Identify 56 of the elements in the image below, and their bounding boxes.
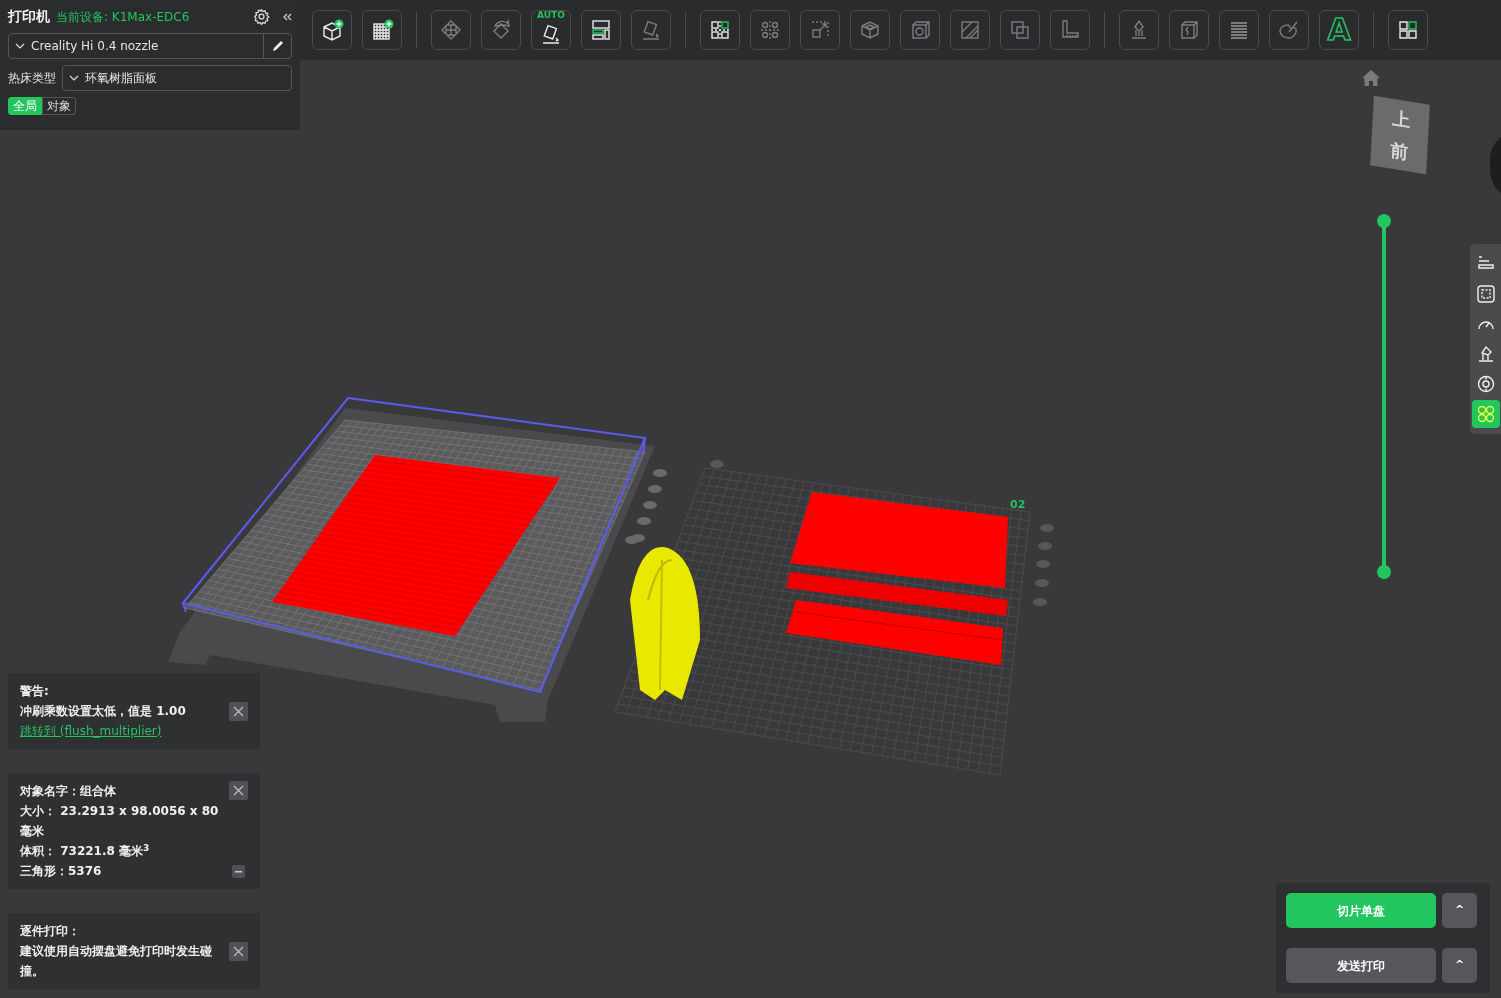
close-button[interactable] bbox=[229, 701, 248, 721]
close-icon bbox=[233, 705, 244, 717]
toolbar-button[interactable] bbox=[700, 10, 740, 50]
notification-text: 建议使用自动摆盘避免打印时发生碰撞。 bbox=[20, 943, 213, 980]
panel-title: 打印机 bbox=[8, 7, 50, 26]
cube-face-label: 上 bbox=[1391, 105, 1411, 133]
close-icon bbox=[233, 945, 244, 957]
notification-title: 警告: bbox=[20, 683, 50, 700]
plate-label: 02 bbox=[1010, 498, 1026, 511]
settings-icon[interactable] bbox=[253, 8, 270, 25]
add-cube-icon bbox=[320, 18, 344, 42]
scope-tab[interactable]: 对象 bbox=[42, 97, 76, 115]
bed-type-value: 环氧树脂面板 bbox=[85, 70, 157, 87]
hatched-square-icon bbox=[958, 18, 982, 42]
slider-thumb[interactable] bbox=[1377, 565, 1391, 579]
slider-thumb[interactable] bbox=[1377, 214, 1391, 228]
close-button[interactable] bbox=[229, 781, 248, 800]
dropdown-button[interactable]: ^ bbox=[1442, 893, 1477, 928]
cube-face-label: 前 bbox=[1389, 138, 1409, 166]
support-icon bbox=[1476, 344, 1496, 364]
collapse-icon[interactable] bbox=[282, 11, 292, 22]
slice-action-button[interactable]: 发送打印 bbox=[1286, 948, 1436, 983]
dropdown-button[interactable]: ^ bbox=[1442, 948, 1477, 983]
device-name: 当前设备: K1Max-EDC6 bbox=[56, 8, 190, 26]
bed-type-label: 热床类型 bbox=[8, 70, 56, 87]
toolbar-button[interactable] bbox=[581, 10, 621, 50]
clover-icon bbox=[1476, 404, 1496, 424]
close-button[interactable] bbox=[229, 941, 248, 961]
toolbar-button[interactable] bbox=[1388, 10, 1428, 50]
toolbar-button[interactable] bbox=[312, 10, 352, 50]
target-icon bbox=[1476, 374, 1496, 394]
notification-text: 三角形：5376 bbox=[20, 863, 103, 880]
minus-icon bbox=[235, 870, 242, 873]
notification-text: 大小： 23.2913 x 98.0056 x 80 毫米 bbox=[20, 803, 220, 840]
auto-label: AUTO bbox=[537, 10, 565, 20]
box-icon bbox=[858, 18, 882, 42]
minimize-button[interactable] bbox=[232, 865, 245, 878]
notification-text: 冲刷乘数设置太低，值是 1.00 bbox=[20, 703, 187, 720]
bed-type-select[interactable]: 环氧树脂面板 bbox=[62, 65, 292, 91]
chevron-icon bbox=[69, 75, 79, 81]
overlap-squares-icon bbox=[1008, 18, 1032, 42]
view-cube[interactable]: 上 前 bbox=[1370, 95, 1430, 175]
toolbar-button[interactable] bbox=[362, 10, 402, 50]
notification-text: 体积： 73221.8 毫米$^{3}$ bbox=[20, 841, 151, 860]
jump-link[interactable]: 跳转到 (flush_multiplier) bbox=[20, 724, 162, 738]
close-icon bbox=[233, 785, 244, 796]
dotted-square-icon bbox=[1476, 284, 1496, 304]
home-icon[interactable] bbox=[1362, 70, 1380, 86]
grid-squares-icon bbox=[708, 18, 732, 42]
layout-panels-icon bbox=[589, 18, 613, 42]
toolbar-button[interactable]: A bbox=[1319, 10, 1359, 50]
notification-title: 逐件打印： bbox=[20, 923, 81, 940]
notification-text: 对象名字：组合体 bbox=[20, 783, 117, 800]
move-arrows-icon bbox=[439, 18, 463, 42]
toolbar-button[interactable]: AUTO bbox=[531, 10, 571, 50]
add-grid-icon bbox=[370, 18, 394, 42]
